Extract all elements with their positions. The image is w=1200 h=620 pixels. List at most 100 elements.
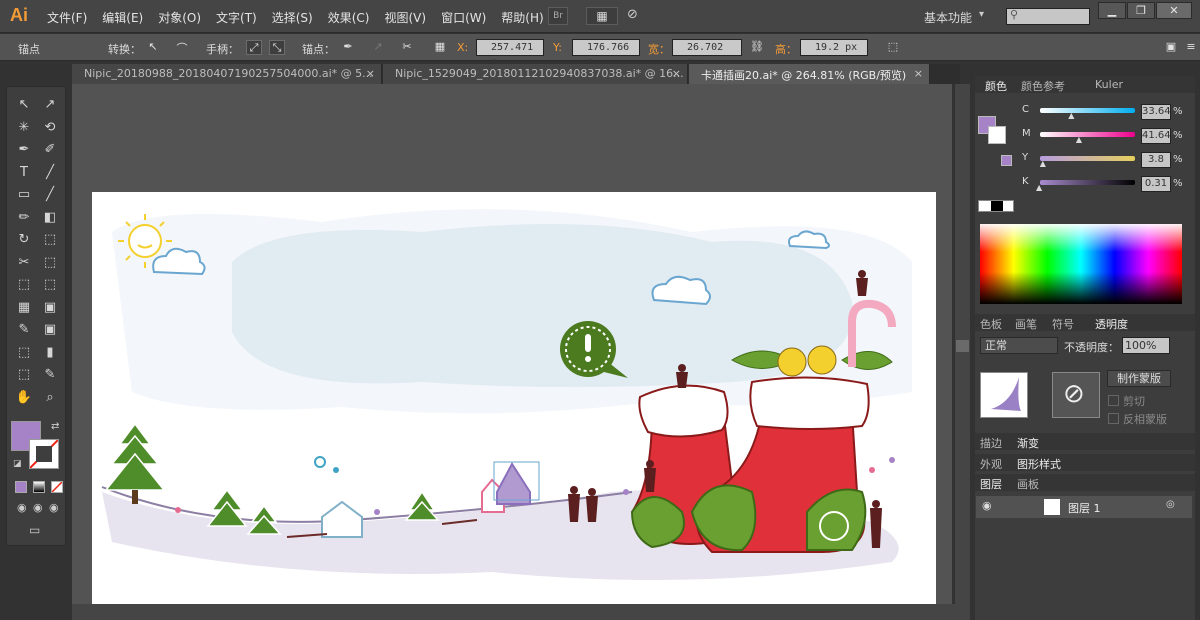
screen-mode-icon[interactable]: ▭ [29, 523, 40, 537]
menu-effect[interactable]: 效果(C) [328, 9, 370, 26]
reference-point-icon[interactable]: ▦ [432, 40, 448, 55]
eraser-tool-icon[interactable]: ◧ [39, 208, 61, 228]
tab-artboards[interactable]: 画板 [1017, 476, 1039, 492]
none-black-white-swatches[interactable] [978, 200, 1014, 212]
horizontal-scrollbar[interactable] [72, 604, 955, 620]
workspace-switcher[interactable]: 基本功能 [924, 9, 972, 26]
close-icon[interactable]: × [366, 67, 375, 80]
slider-value-c[interactable]: 33.64 [1141, 104, 1171, 120]
menu-help[interactable]: 帮助(H) [501, 9, 543, 26]
paintbrush-tool-icon[interactable]: ╱ [39, 185, 61, 205]
draw-behind-icon[interactable]: ◉ [33, 501, 43, 514]
type-tool-icon[interactable]: T [13, 163, 35, 183]
lasso-tool-icon[interactable]: ⟲ [39, 118, 61, 138]
remove-anchor-icon[interactable]: ✒ [340, 40, 356, 55]
isolate-icon[interactable]: ▣ [1163, 40, 1179, 55]
mesh-tool-icon[interactable]: ▦ [13, 298, 35, 318]
tab-stroke[interactable]: 描边 [980, 435, 1002, 451]
connect-anchor-icon[interactable]: ↗ [370, 40, 386, 55]
doc-tab-3-active[interactable]: 卡通插画20.ai* @ 264.81% (RGB/预览) × [689, 64, 930, 84]
slider-value-y[interactable]: 3.8 [1141, 152, 1171, 168]
slider-thumb-icon[interactable]: ▲ [1040, 159, 1046, 168]
hand-tool-icon[interactable]: ✋ [13, 388, 35, 408]
scroll-thumb[interactable] [956, 340, 969, 352]
target-icon[interactable]: ◎ [1166, 499, 1175, 510]
rectangle-tool-icon[interactable]: ▭ [13, 185, 35, 205]
slider-value-k[interactable]: 0.31 [1141, 176, 1171, 192]
help-search-input[interactable]: ⚲ [1006, 8, 1090, 25]
tab-symbols[interactable]: 符号 [1052, 316, 1074, 332]
column-graph-tool-icon[interactable]: ▮ [39, 343, 61, 363]
blend-mode-select[interactable]: 正常 [980, 337, 1058, 354]
gpu-performance-icon[interactable]: ⊘ [627, 7, 638, 22]
tab-layers[interactable]: 图层 [980, 476, 1002, 492]
slice-tool-icon[interactable]: ✎ [39, 365, 61, 385]
line-tool-icon[interactable]: ╱ [39, 163, 61, 183]
layer-row[interactable]: ◉ 图层 1 ◎ [976, 496, 1192, 518]
tab-brushes[interactable]: 画笔 [1015, 316, 1037, 332]
curvature-tool-icon[interactable]: ✐ [39, 140, 61, 160]
close-icon[interactable]: × [914, 67, 923, 80]
tab-appearance[interactable]: 外观 [980, 456, 1002, 472]
slider-k[interactable] [1040, 180, 1135, 185]
doc-tab-1[interactable]: Nipic_20180988_20180407190257504000.ai* … [72, 64, 382, 84]
constrain-proportions-icon[interactable]: ⛓ [749, 40, 765, 55]
height-field[interactable]: 19.2 px [800, 39, 868, 56]
y-field[interactable]: 176.766 p [572, 39, 640, 68]
tab-color[interactable]: 颜色 [985, 78, 1007, 94]
invert-mask-checkbox[interactable] [1108, 413, 1119, 424]
menu-object[interactable]: 对象(O) [158, 9, 201, 26]
vertical-scrollbar[interactable] [955, 84, 970, 620]
menu-view[interactable]: 视图(V) [384, 9, 426, 26]
cut-path-icon[interactable]: ✂ [399, 40, 415, 55]
menu-window[interactable]: 窗口(W) [441, 9, 486, 26]
close-window-button[interactable]: ✕ [1156, 2, 1192, 19]
tab-color-guide[interactable]: 颜色参考 [1021, 78, 1065, 94]
none-mode-icon[interactable] [51, 481, 63, 493]
opacity-field[interactable]: 100% [1122, 337, 1170, 354]
menu-file[interactable]: 文件(F) [47, 9, 87, 26]
transform-icon[interactable]: ⬚ [885, 40, 901, 55]
slider-value-m[interactable]: 41.64 [1141, 128, 1171, 144]
tab-gradient[interactable]: 渐变 [1017, 435, 1039, 451]
pencil-tool-icon[interactable]: ✏ [13, 208, 35, 228]
slider-thumb-icon[interactable]: ▲ [1076, 135, 1082, 144]
zoom-tool-icon[interactable]: ⌕ [39, 388, 61, 408]
gradient-mode-icon[interactable] [33, 481, 45, 493]
eyedropper-tool-icon[interactable]: ✎ [13, 320, 35, 340]
blend-tool-icon[interactable]: ▣ [39, 320, 61, 340]
draw-inside-icon[interactable]: ◉ [49, 501, 59, 514]
menu-edit[interactable]: 编辑(E) [102, 9, 143, 26]
warp-tool-icon[interactable]: ✂ [13, 253, 35, 273]
artboard[interactable] [92, 192, 936, 604]
minimize-button[interactable]: ▁ [1098, 2, 1126, 19]
clip-checkbox[interactable] [1108, 395, 1119, 406]
bridge-button[interactable]: Br [548, 7, 568, 25]
scale-tool-icon[interactable]: ⬚ [39, 230, 61, 250]
make-mask-button[interactable]: 制作蒙版 [1107, 370, 1171, 387]
panel-stroke-swatch[interactable] [988, 126, 1006, 144]
free-transform-tool-icon[interactable]: ⬚ [39, 253, 61, 273]
pen-tool-icon[interactable]: ✒ [13, 140, 35, 160]
artboard-tool-icon[interactable]: ⬚ [13, 365, 35, 385]
draw-normal-icon[interactable]: ◉ [17, 501, 27, 514]
swap-fill-stroke-icon[interactable]: ⇄ [51, 421, 59, 432]
slider-m[interactable] [1040, 132, 1135, 137]
mask-thumbnail[interactable]: ⊘ [1052, 372, 1100, 418]
selection-tool-icon[interactable]: ↖ [13, 95, 35, 115]
arrange-documents-button[interactable]: ▦ [586, 7, 618, 25]
tab-kuler[interactable]: Kuler [1095, 78, 1123, 91]
workspace-dropdown-icon[interactable]: ▾ [979, 9, 984, 20]
slider-thumb-icon[interactable]: ▲ [1036, 183, 1042, 192]
tab-graphic-styles[interactable]: 图形样式 [1017, 456, 1061, 472]
slider-c[interactable] [1040, 108, 1135, 113]
rotate-tool-icon[interactable]: ↻ [13, 230, 35, 250]
default-colors-icon[interactable]: ◪ [13, 459, 22, 469]
menu-type[interactable]: 文字(T) [216, 9, 257, 26]
perspective-tool-icon[interactable]: ⬚ [39, 275, 61, 295]
restore-button[interactable]: ❐ [1127, 2, 1155, 19]
hide-handles-icon[interactable]: ⤡ [269, 40, 285, 55]
magic-wand-tool-icon[interactable]: ✳ [13, 118, 35, 138]
gradient-tool-icon[interactable]: ▣ [39, 298, 61, 318]
x-field[interactable]: 257.471 p [476, 39, 544, 68]
